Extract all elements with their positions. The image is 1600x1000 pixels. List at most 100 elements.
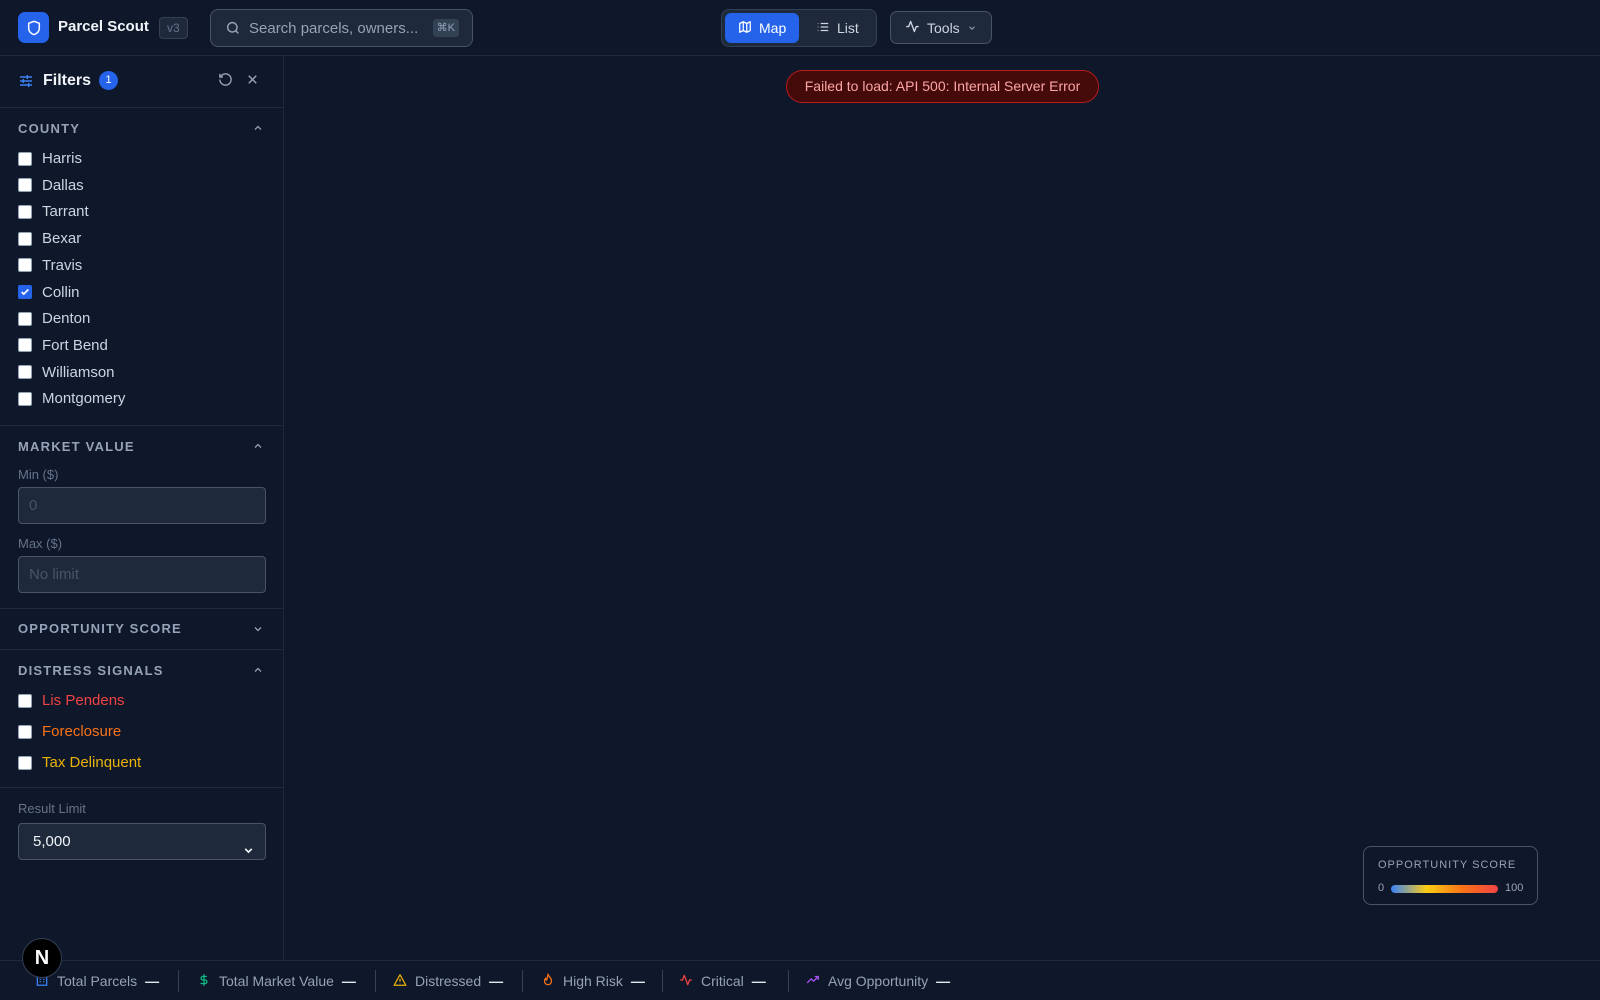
checkbox[interactable] <box>18 151 32 166</box>
legend-gradient-bar <box>1391 885 1498 893</box>
shortcut-hint: ⌘K <box>432 19 459 37</box>
map-icon <box>738 20 752 37</box>
checkbox[interactable] <box>18 231 32 246</box>
county-label: Williamson <box>42 363 115 381</box>
opportunity-score-section[interactable]: OPPORTUNITY SCORE <box>0 609 283 650</box>
county-checkbox-tarrant[interactable]: Tarrant <box>18 203 89 220</box>
county-checkbox-williamson[interactable]: Williamson <box>18 364 115 381</box>
stat-total-market-value: Total Market Value — <box>197 961 356 1000</box>
filters-header: Filters 1 <box>0 56 283 108</box>
stat-avg-opportunity: Avg Opportunity — <box>806 961 950 1000</box>
activity-icon <box>905 19 920 37</box>
status-divider <box>178 970 179 992</box>
chevron-up-icon[interactable] <box>252 121 264 139</box>
legend-title: OPPORTUNITY SCORE <box>1378 859 1517 871</box>
status-divider <box>788 970 789 992</box>
stat-label: Distressed <box>415 973 482 989</box>
active-filter-count: 1 <box>99 71 118 90</box>
result-limit-value: 5,000 <box>33 833 71 850</box>
stat-value: — <box>936 973 951 989</box>
chevron-down-icon[interactable] <box>252 622 264 640</box>
dev-tools-badge[interactable]: N <box>22 938 62 978</box>
checkbox-checked[interactable] <box>18 285 32 299</box>
checkbox[interactable] <box>18 693 32 708</box>
distress-checkbox-tax-delinquent[interactable]: Tax Delinquent <box>18 754 141 771</box>
stat-label: Critical <box>701 973 744 989</box>
distress-checkbox-lis-pendens[interactable]: Lis Pendens <box>18 692 125 709</box>
stat-label: Total Parcels <box>57 973 138 989</box>
checkbox[interactable] <box>18 258 32 273</box>
county-checkbox-collin[interactable]: Collin <box>18 284 80 301</box>
reset-icon[interactable] <box>218 72 233 92</box>
max-value-label: Max ($) <box>18 536 63 551</box>
checkbox[interactable] <box>18 338 32 353</box>
min-value-label: Min ($) <box>18 467 59 482</box>
status-divider <box>662 970 663 992</box>
county-checkbox-fort-bend[interactable]: Fort Bend <box>18 337 108 354</box>
stat-value: — <box>489 973 504 989</box>
search-icon <box>225 20 241 41</box>
filters-title: Filters <box>43 72 92 89</box>
view-toggle: Map List <box>721 9 877 47</box>
top-header: Parcel Scout v3 Search parcels, owners..… <box>0 0 1600 56</box>
checkbox[interactable] <box>18 311 32 326</box>
map-view-button[interactable]: Map <box>725 13 800 43</box>
checkbox[interactable] <box>18 204 32 219</box>
list-view-button[interactable]: List <box>803 13 872 43</box>
stat-value: — <box>341 973 356 989</box>
county-label: Montgomery <box>42 390 126 408</box>
stat-label: High Risk <box>563 973 623 989</box>
county-checkbox-harris[interactable]: Harris <box>18 150 82 167</box>
distress-label: Tax Delinquent <box>42 754 142 771</box>
chevron-up-icon[interactable] <box>252 663 264 681</box>
flame-icon <box>541 973 555 990</box>
trending-up-icon <box>806 973 820 990</box>
distress-label: Lis Pendens <box>42 692 125 709</box>
result-limit-label: Result Limit <box>18 801 86 816</box>
chevron-up-icon[interactable] <box>252 439 264 457</box>
opportunity-legend: OPPORTUNITY SCORE 0 100 <box>1363 846 1538 905</box>
stat-high-risk: High Risk — <box>541 961 645 1000</box>
distress-signals-section: DISTRESS SIGNALS Lis Pendens Foreclosure T… <box>0 650 283 788</box>
min-value-input[interactable]: 0 <box>18 487 266 524</box>
filters-sidebar: Filters 1 COUNTY Harris Dallas Tarrant Bexa… <box>0 56 284 960</box>
chevron-down-icon <box>967 20 977 36</box>
status-bar: Total Parcels — Total Market Value — Distres… <box>0 960 1600 1000</box>
county-checkbox-travis[interactable]: Travis <box>18 257 82 274</box>
close-icon[interactable] <box>245 72 260 92</box>
status-divider <box>522 970 523 992</box>
distress-signals-section-title: DISTRESS SIGNALS <box>18 663 164 678</box>
legend-max: 100 <box>1505 882 1524 894</box>
max-value-input[interactable]: No limit <box>18 556 266 593</box>
result-limit-select[interactable]: 5,000 <box>18 823 266 860</box>
status-divider <box>375 970 376 992</box>
checkbox[interactable] <box>18 391 32 406</box>
county-label: Denton <box>42 310 91 328</box>
shield-icon[interactable] <box>18 12 49 43</box>
county-label: Harris <box>42 150 82 167</box>
county-checkbox-bexar[interactable]: Bexar <box>18 230 81 247</box>
distress-checkbox-foreclosure[interactable]: Foreclosure <box>18 723 121 740</box>
market-value-section-title: MARKET VALUE <box>18 439 135 454</box>
tools-menu-button[interactable]: Tools <box>890 11 992 44</box>
warning-icon <box>393 973 407 990</box>
stat-value: — <box>751 973 766 989</box>
checkbox[interactable] <box>18 755 32 770</box>
error-banner: Failed to load: API 500: Internal Server… <box>786 70 1099 103</box>
checkbox[interactable] <box>18 178 32 193</box>
county-checkbox-montgomery[interactable]: Montgomery <box>18 390 125 407</box>
dollar-icon <box>197 973 211 990</box>
checkbox[interactable] <box>18 724 32 739</box>
search-input[interactable]: Search parcels, owners... ⌘K <box>210 9 473 47</box>
stat-value: — <box>145 973 160 989</box>
stat-critical: Critical — <box>679 961 766 1000</box>
county-label: Bexar <box>42 230 82 248</box>
opportunity-score-section-title: OPPORTUNITY SCORE <box>18 621 182 636</box>
tools-label: Tools <box>927 19 960 36</box>
county-checkbox-dallas[interactable]: Dallas <box>18 177 84 194</box>
county-label: Tarrant <box>42 203 89 221</box>
checkbox[interactable] <box>18 365 32 380</box>
county-checkbox-denton[interactable]: Denton <box>18 310 90 327</box>
stat-value: — <box>630 973 645 989</box>
chevron-down-icon <box>242 835 255 870</box>
